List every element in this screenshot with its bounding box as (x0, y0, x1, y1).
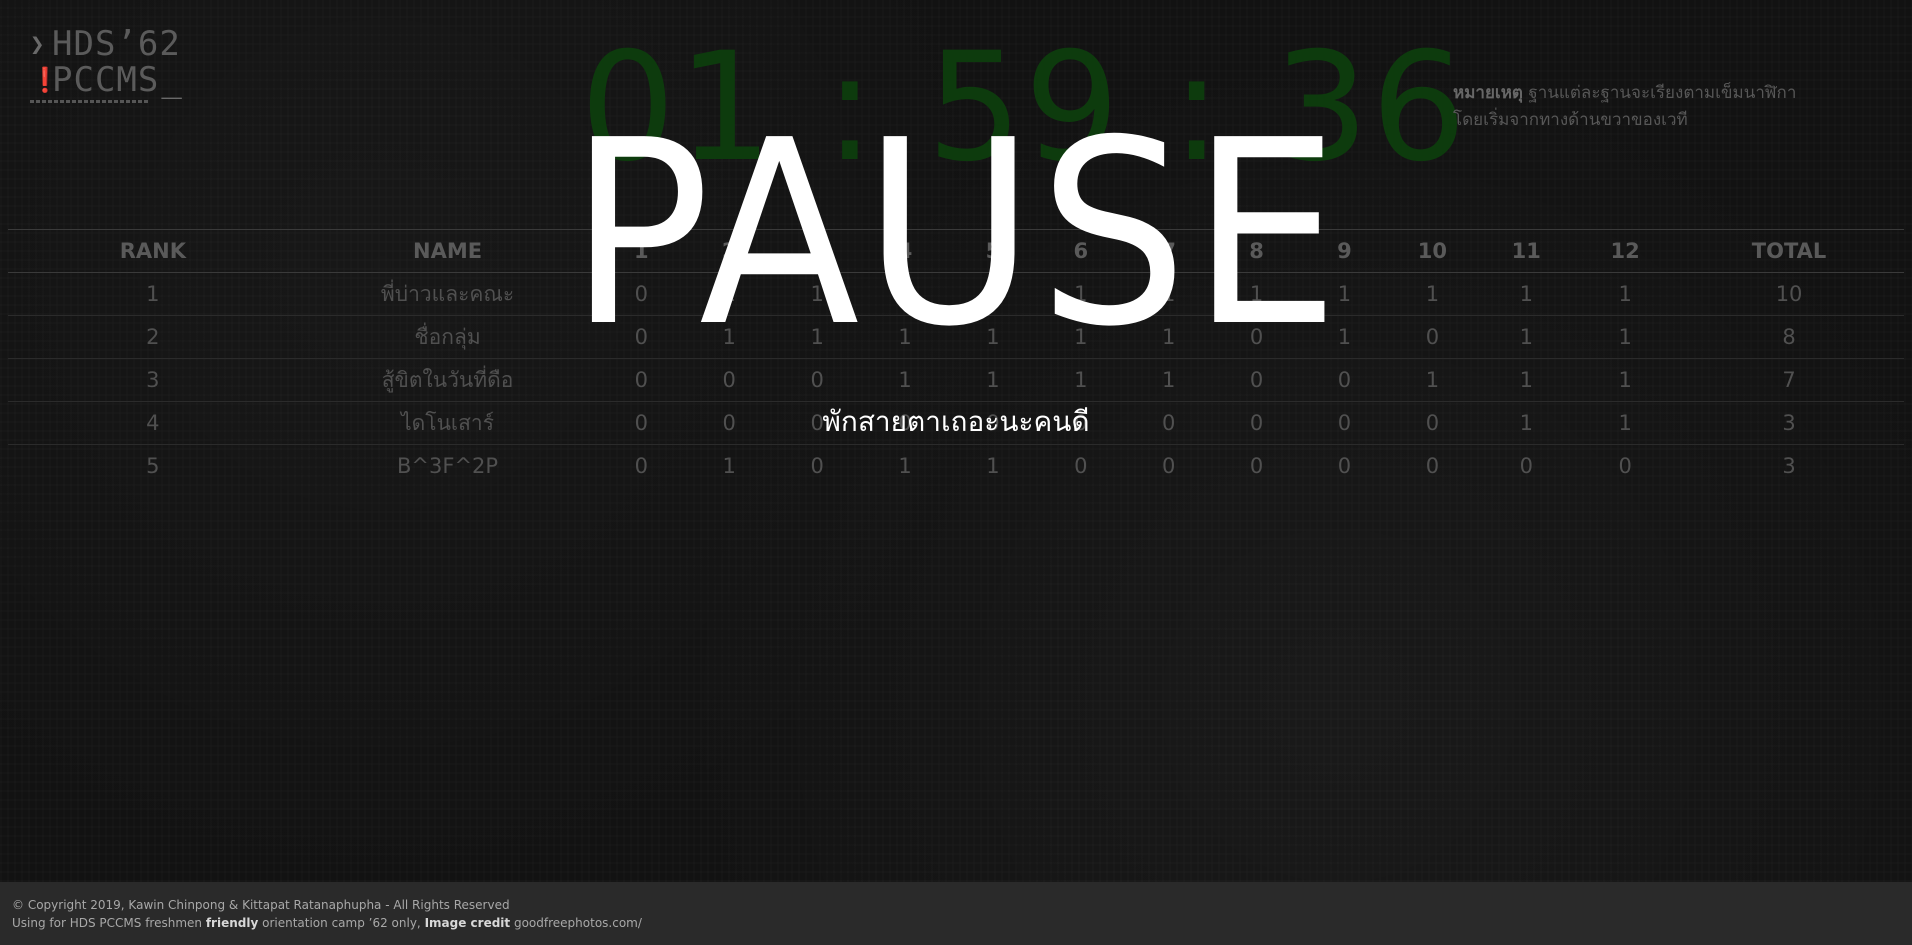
footer-credits: Using for HDS PCCMS freshmen friendly or… (12, 916, 642, 930)
score-cell: 0 (810, 454, 824, 478)
score-cell: 0 (1618, 454, 1632, 478)
footer-image-credit-link[interactable]: goodfreephotos.com/ (510, 916, 642, 930)
footer-credits-text: Using for HDS PCCMS freshmen (12, 916, 206, 930)
footer-image-credit-label: Image credit (424, 916, 511, 930)
logo-line-2: PCCMS (52, 60, 160, 100)
score-cell: 0 (1249, 454, 1264, 478)
score-cell: 1 (722, 454, 736, 478)
pause-title: PAUSE (568, 86, 1344, 383)
score-cell: 0 (634, 454, 649, 478)
footer-friendly: friendly (205, 916, 259, 930)
score-cell: 0 (1425, 454, 1440, 478)
footer-credits-mid: orientation camp ’62 only, (258, 916, 425, 930)
logo-line-1: HDS’62 (52, 24, 181, 64)
score-cell: 1 (986, 454, 1000, 478)
footer-copyright: © Copyright 2019, Kawin Chinpong & Kitta… (12, 898, 510, 912)
score-cell: 1 (898, 454, 912, 478)
logo-underline (30, 100, 150, 103)
note-line-1: ฐานแต่ละฐานจะเรียงตามเข็มนาฬิกา (1522, 83, 1797, 103)
footer: © Copyright 2019, Kawin Chinpong & Kitta… (0, 882, 1912, 945)
score-cell: 0 (1162, 454, 1176, 478)
alert-circle-icon: ❗ (30, 66, 61, 94)
team-name-cell: B^3F^2P (397, 454, 499, 478)
chevron-right-icon: ❯ (30, 30, 46, 58)
table-row: 5 B^3F^2P 0 1 0 1 1 0 0 0 0 0 0 0 3 (8, 445, 1904, 488)
logo-cursor: _ (161, 60, 183, 100)
score-cell: 0 (1074, 454, 1088, 478)
rank-cell: 5 (146, 454, 160, 478)
logo: ❯ HDS’62 ❗ PCCMS _ (30, 26, 183, 103)
total-cell: 3 (1782, 454, 1796, 478)
note-label: หมายเหตุ (1453, 83, 1523, 103)
score-cell: 0 (1519, 454, 1533, 478)
pause-subtitle: พักสายตาเถอะนะคนดี (822, 405, 1090, 438)
score-cell: 0 (1337, 454, 1352, 478)
